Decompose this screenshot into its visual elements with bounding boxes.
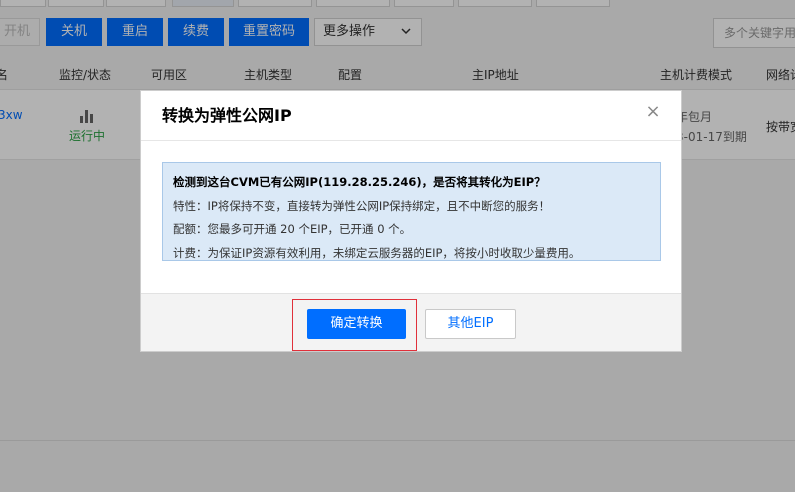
notice-headline: 检测到这台CVM已有公网IP(119.28.25.246)，是否将其转化为EIP…	[173, 175, 546, 189]
other-eip-button[interactable]: 其他EIP	[425, 309, 516, 339]
dialog-body: 检测到这台CVM已有公网IP(119.28.25.246)，是否将其转化为EIP…	[141, 141, 681, 292]
dialog-title: 转换为弹性公网IP	[162, 106, 292, 125]
confirm-convert-button[interactable]: 确定转换	[307, 309, 406, 339]
notice-quota: 配额：您最多可开通 20 个EIP，已开通 0 个。	[173, 222, 412, 236]
convert-eip-dialog: 转换为弹性公网IP × 检测到这台CVM已有公网IP(119.28.25.246…	[140, 90, 682, 352]
close-icon[interactable]: ×	[645, 103, 661, 121]
eip-notice-box: 检测到这台CVM已有公网IP(119.28.25.246)，是否将其转化为EIP…	[162, 162, 661, 261]
dialog-footer: 确定转换 其他EIP	[141, 293, 681, 351]
notice-feature: 特性：IP将保持不变，直接转为弹性公网IP保持绑定，且不中断您的服务！	[173, 198, 551, 213]
notice-billing: 计费：为保证IP资源有效利用，未绑定云服务器的EIP，将按小时收取少量费用。	[173, 245, 581, 260]
dialog-header: 转换为弹性公网IP ×	[141, 91, 681, 141]
